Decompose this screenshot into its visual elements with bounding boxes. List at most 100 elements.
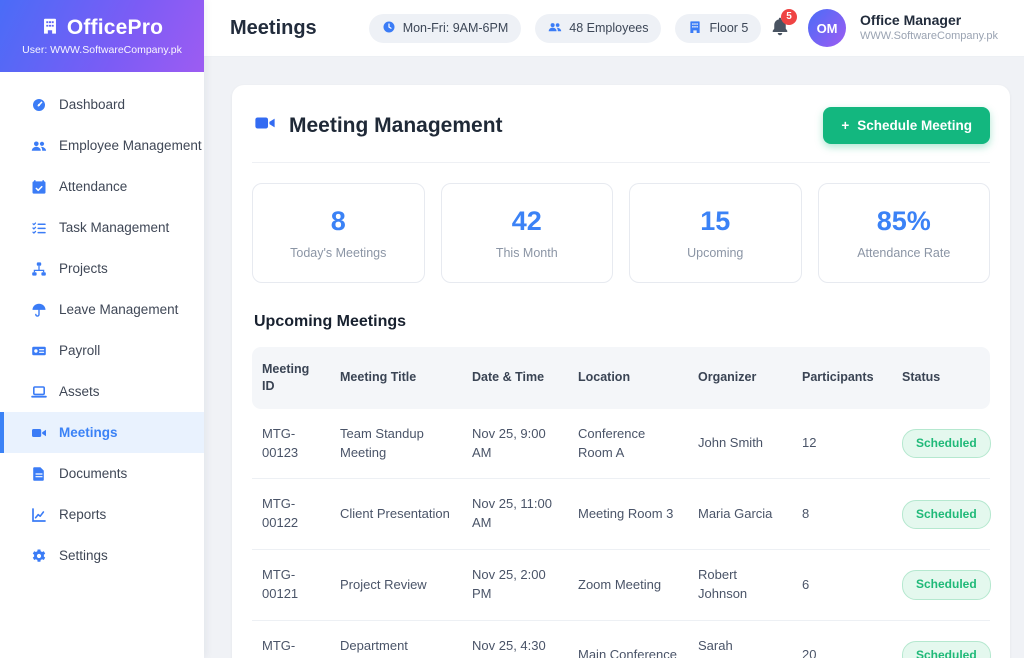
sidebar-item-employee-management[interactable]: Employee Management xyxy=(0,125,204,166)
sidebar-item-settings[interactable]: Settings xyxy=(0,535,204,576)
sidebar-item-label: Leave Management xyxy=(59,302,179,317)
status-badge: Scheduled xyxy=(902,499,991,529)
meeting-id: MTG-00123 xyxy=(262,425,299,460)
sidebar-item-task-management[interactable]: Task Management xyxy=(0,207,204,248)
plus-icon: + xyxy=(841,118,850,133)
section-title: Meeting Management xyxy=(289,113,503,137)
video-camera-icon xyxy=(30,424,47,441)
main-content: Meeting Management + Schedule Meeting 8 … xyxy=(204,57,1024,658)
employees-icon xyxy=(30,137,47,154)
stats-row: 8 Today's Meetings 42 This Month 15 Upco… xyxy=(252,183,990,283)
col-organizer: Organizer xyxy=(698,370,757,385)
document-file-icon xyxy=(30,465,47,482)
sidebar-item-label: Employee Management xyxy=(59,138,202,153)
avatar[interactable]: OM xyxy=(808,9,847,47)
col-date-time: Date & Time xyxy=(472,370,545,385)
stat-value: 42 xyxy=(511,206,542,236)
assets-laptop-icon xyxy=(30,383,47,400)
sidebar-item-reports[interactable]: Reports xyxy=(0,494,204,535)
stat-attendance-rate: 85% Attendance Rate xyxy=(817,183,990,283)
sidebar-item-assets[interactable]: Assets xyxy=(0,371,204,412)
col-meeting-id: Meeting ID xyxy=(262,362,310,393)
meeting-management-card: Meeting Management + Schedule Meeting 8 … xyxy=(232,85,1010,658)
sidebar-item-label: Assets xyxy=(59,384,100,399)
meeting-datetime: Nov 25, 11:00 AM xyxy=(472,496,552,531)
sidebar-item-meetings[interactable]: Meetings xyxy=(0,412,204,453)
meeting-id: MTG-00121 xyxy=(262,567,299,601)
sidebar-item-payroll[interactable]: Payroll xyxy=(0,330,204,371)
meeting-title: Project Review xyxy=(340,576,427,592)
meeting-organizer: Sarah Williams xyxy=(698,637,746,658)
page-title: Meetings xyxy=(230,16,317,39)
sidebar-item-label: Attendance xyxy=(59,179,128,194)
meeting-title: Team Standup Meeting xyxy=(340,425,424,460)
col-status: Status xyxy=(902,370,941,385)
sidebar-nav: Dashboard Employee Management Attendance… xyxy=(0,72,204,576)
sidebar-item-leave-management[interactable]: Leave Management xyxy=(0,289,204,330)
sidebar-item-projects[interactable]: Projects xyxy=(0,248,204,289)
schedule-meeting-button[interactable]: + Schedule Meeting xyxy=(823,107,990,144)
meeting-participants: 12 xyxy=(802,435,817,451)
status-badge: Scheduled xyxy=(902,428,991,459)
sidebar-item-label: Documents xyxy=(59,466,128,481)
user-org: WWW.SoftwareCompany.pk xyxy=(860,29,998,42)
meeting-datetime: Nov 25, 9:00 AM xyxy=(472,425,546,460)
notification-count-badge: 5 xyxy=(781,8,798,25)
stat-value: 85% xyxy=(876,206,931,236)
payroll-money-icon xyxy=(30,342,47,359)
building-icon xyxy=(41,17,59,40)
meeting-organizer: John Smith xyxy=(698,435,764,451)
table-row[interactable]: MTG-00122 Client Presentation Nov 25, 11… xyxy=(252,479,991,551)
meeting-participants: 8 xyxy=(802,505,810,521)
meeting-location: Main Conference xyxy=(578,647,677,658)
clock-icon xyxy=(382,20,396,37)
meeting-location: Meeting Room 3 xyxy=(578,505,674,521)
stat-label: Upcoming xyxy=(687,246,744,260)
stat-label: Today's Meetings xyxy=(290,246,387,260)
meeting-organizer: Maria Garcia xyxy=(698,505,773,521)
brand-name: OfficePro xyxy=(66,16,164,39)
video-camera-icon xyxy=(252,112,278,139)
table-row[interactable]: MTG-00120 Department Meeting Nov 25, 4:3… xyxy=(252,621,991,658)
col-participants: Participants xyxy=(802,370,874,385)
user-name: Office Manager xyxy=(860,12,962,29)
meeting-id: MTG-00122 xyxy=(262,496,299,531)
stat-value: 15 xyxy=(700,206,731,236)
employee-count-label: 48 Employees xyxy=(569,21,649,35)
status-badge: Scheduled xyxy=(902,640,991,658)
topbar-right: 5 OM Office Manager WWW.SoftwareCompany.… xyxy=(770,8,998,47)
floor-label: Floor 5 xyxy=(709,21,749,35)
schedule-meeting-label: Schedule Meeting xyxy=(857,118,972,133)
status-badge: Scheduled xyxy=(902,570,991,600)
col-location: Location xyxy=(578,370,631,385)
meeting-participants: 6 xyxy=(802,576,810,592)
upcoming-meetings-title: Upcoming Meetings xyxy=(254,313,407,330)
bell-icon xyxy=(770,17,790,40)
table-row[interactable]: MTG-00123 Team Standup Meeting Nov 25, 9… xyxy=(252,409,991,480)
sidebar-item-label: Payroll xyxy=(59,343,101,358)
attendance-calendar-icon xyxy=(30,178,47,195)
col-meeting-title: Meeting Title xyxy=(340,370,417,385)
meeting-datetime: Nov 25, 2:00 PM xyxy=(472,567,546,601)
building-icon xyxy=(688,20,702,37)
office-hours-label: Mon-Fri: 9AM-6PM xyxy=(402,21,509,35)
stat-value: 8 xyxy=(330,206,346,236)
sidebar-item-attendance[interactable]: Attendance xyxy=(0,166,204,207)
notifications-button[interactable]: 5 xyxy=(770,8,798,41)
app-root: OfficePro User: WWW.SoftwareCompany.pk D… xyxy=(0,0,1024,658)
sidebar-item-label: Settings xyxy=(59,548,108,563)
topbar: Meetings Mon-Fri: 9AM-6PM 48 Employees F… xyxy=(204,0,1024,57)
stat-upcoming: 15 Upcoming xyxy=(629,183,802,283)
sidebar: OfficePro User: WWW.SoftwareCompany.pk D… xyxy=(0,0,204,658)
meetings-table: Meeting ID Meeting Title Date & Time Loc… xyxy=(252,347,991,658)
sidebar-item-dashboard[interactable]: Dashboard xyxy=(0,84,204,125)
meeting-location: Conference Room A xyxy=(578,425,646,460)
meeting-datetime: Nov 25, 4:30 PM xyxy=(472,637,546,658)
meeting-title: Client Presentation xyxy=(340,505,450,521)
table-header-row: Meeting ID Meeting Title Date & Time Loc… xyxy=(252,347,990,409)
table-row[interactable]: MTG-00121 Project Review Nov 25, 2:00 PM… xyxy=(252,550,991,621)
sidebar-item-label: Meetings xyxy=(59,425,118,440)
office-hours-badge: Mon-Fri: 9AM-6PM xyxy=(368,13,522,43)
meeting-organizer: Robert Johnson xyxy=(698,567,748,601)
sidebar-item-documents[interactable]: Documents xyxy=(0,453,204,494)
